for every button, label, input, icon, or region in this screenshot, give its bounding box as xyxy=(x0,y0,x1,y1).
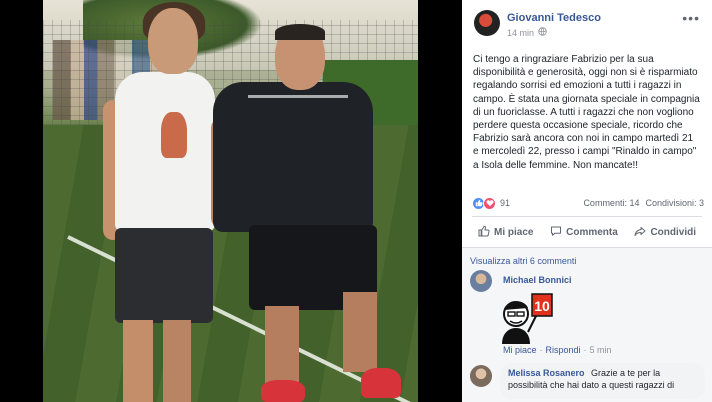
photo-person-right-leg xyxy=(265,306,299,386)
share-arrow-icon xyxy=(634,225,646,240)
photo-person-left-leg xyxy=(123,320,153,402)
shares-count-link[interactable]: Condivisioni: 3 xyxy=(645,198,704,208)
author-avatar[interactable] xyxy=(474,10,500,36)
post-timestamp[interactable]: 14 min xyxy=(507,28,534,38)
photo-person-left-shirt-print xyxy=(161,112,187,158)
commenter-name-link[interactable]: Michael Bonnici xyxy=(503,275,572,285)
commenter-avatar[interactable] xyxy=(470,365,492,387)
sticker-score-label: 10 xyxy=(534,298,550,314)
like-button[interactable]: Mi piace xyxy=(472,222,539,242)
thumbs-up-icon xyxy=(478,225,490,240)
photo-person-left-head xyxy=(148,8,198,74)
comment-button[interactable]: Commenta xyxy=(544,222,624,242)
comment-bubble: Melissa Rosanero Grazie a te per la poss… xyxy=(500,363,705,399)
post-meta: 14 min xyxy=(507,27,547,38)
photo-person-right-leg xyxy=(343,292,377,372)
view-more-comments-link[interactable]: Visualizza altri 6 commenti xyxy=(470,256,576,266)
photo-person-right-shoe xyxy=(361,368,401,398)
separator: · xyxy=(583,345,587,355)
photo-person-right-hair xyxy=(275,24,325,40)
post-actions: Mi piace Commenta Condividi xyxy=(472,222,702,242)
comment-bubble-icon xyxy=(550,225,562,240)
more-options-button[interactable]: ••• xyxy=(682,10,700,26)
comment-button-label: Commenta xyxy=(566,226,618,238)
love-reaction-icon[interactable] xyxy=(483,196,496,210)
photo-person-right-shoe xyxy=(261,380,305,402)
divider xyxy=(472,216,702,217)
post-body-text: Ci tengo a ringraziare Fabrizio per la s… xyxy=(473,54,700,171)
author-name-link[interactable]: Giovanni Tedesco xyxy=(507,12,601,24)
comment-actions: Mi piace · Rispondi · 5 min xyxy=(503,345,612,355)
reactions-bar: 91 Commenti: 14 Condivisioni: 3 xyxy=(472,196,704,210)
photo-person-right-shirt xyxy=(213,82,373,232)
commenter-avatar[interactable] xyxy=(470,270,492,292)
comment-reply-link[interactable]: Rispondi xyxy=(546,345,581,355)
reaction-count[interactable]: 91 xyxy=(500,198,510,208)
photo-person-left-leg xyxy=(163,320,191,402)
share-button-label: Condividi xyxy=(650,226,696,238)
like-button-label: Mi piace xyxy=(494,226,534,238)
engagement-counts: Commenti: 14 Condivisioni: 3 xyxy=(583,198,704,208)
globe-icon xyxy=(538,27,547,38)
photo-person-right-shirt-stripe xyxy=(248,95,348,98)
photo-viewer xyxy=(0,0,462,402)
separator: · xyxy=(539,345,543,355)
post-side-panel: Giovanni Tedesco 14 min ••• Ci tengo a r… xyxy=(462,0,712,402)
commenter-name-link[interactable]: Melissa Rosanero xyxy=(508,368,585,378)
post-header: Giovanni Tedesco 14 min ••• xyxy=(474,10,704,40)
sticker-image[interactable]: 10 xyxy=(498,288,556,344)
comment-timestamp[interactable]: 5 min xyxy=(590,345,612,355)
comments-section: Visualizza altri 6 commenti Michael Bonn… xyxy=(462,248,712,402)
comment-like-link[interactable]: Mi piace xyxy=(503,345,537,355)
share-button[interactable]: Condividi xyxy=(628,222,702,242)
comments-count-link[interactable]: Commenti: 14 xyxy=(583,198,639,208)
photo-image[interactable] xyxy=(43,0,418,402)
photo-person-left-shorts xyxy=(115,228,213,323)
